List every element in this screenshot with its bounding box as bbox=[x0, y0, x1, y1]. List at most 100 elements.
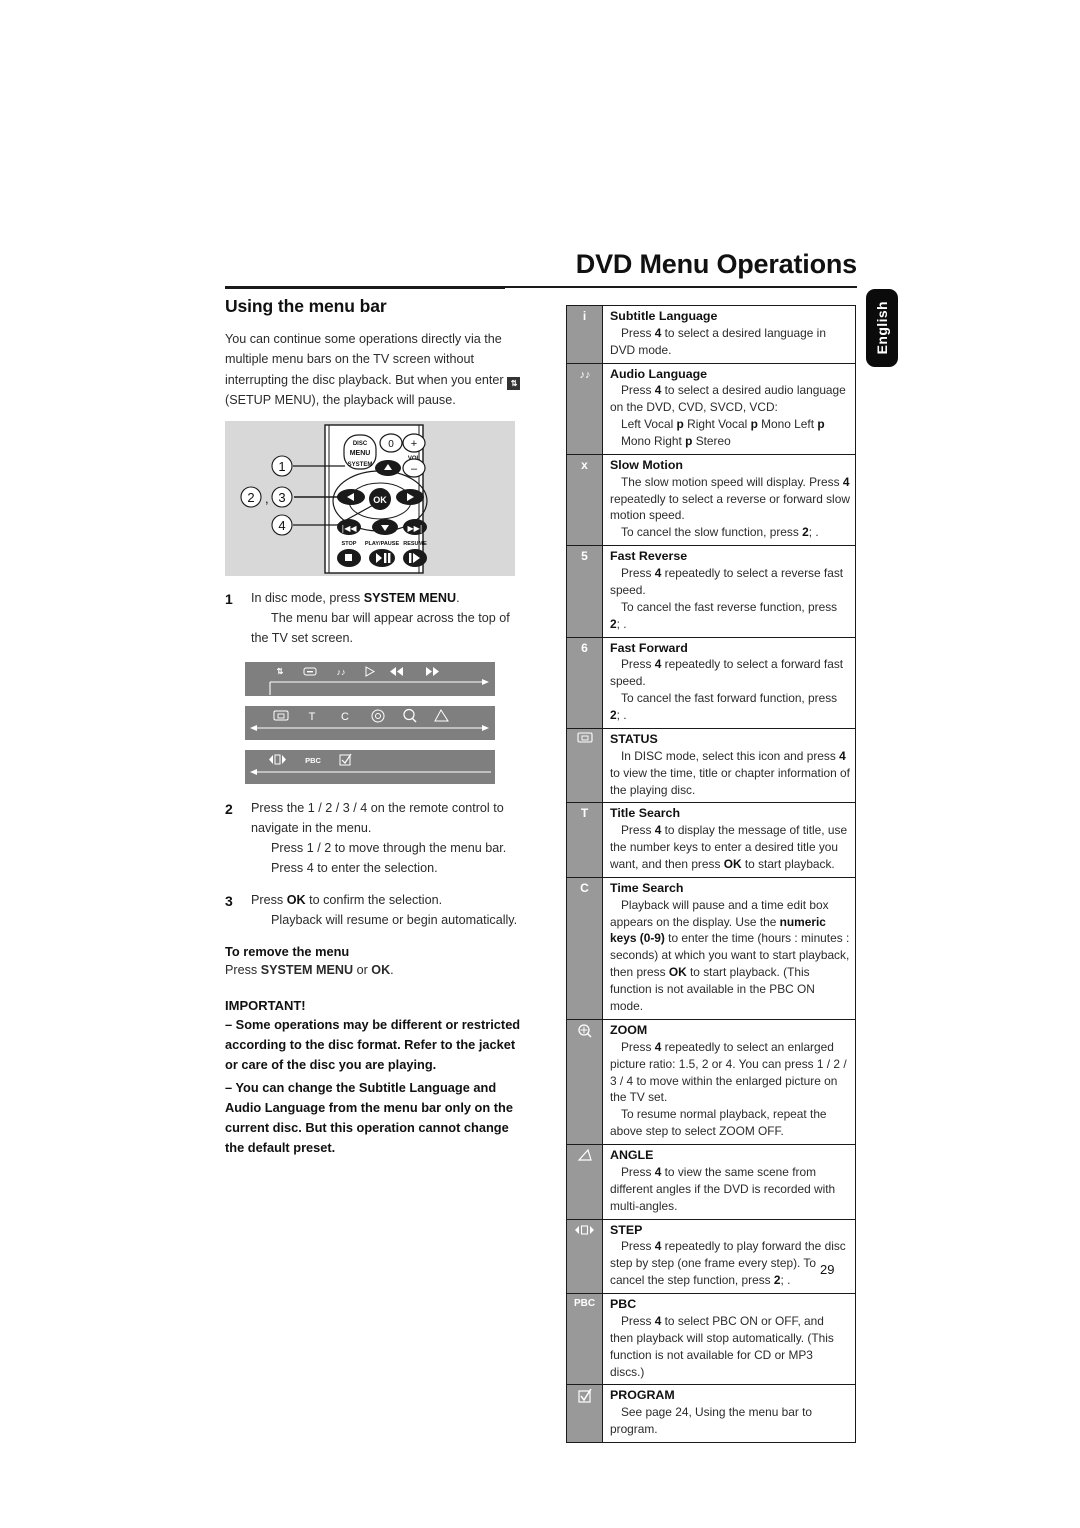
row-description: To cancel the fast reverse function, pre… bbox=[610, 599, 838, 631]
row-description: Press 4 repeatedly to select a reverse f… bbox=[610, 566, 844, 597]
row-icon-step-icon bbox=[567, 1219, 603, 1294]
step-2-line2: Press 1 / 2 to move through the menu bar… bbox=[271, 841, 507, 856]
remove-menu-post: . bbox=[390, 962, 394, 977]
row-icon-title-search-icon: T bbox=[567, 803, 603, 877]
row-body: Audio Language Press 4 to select a desire… bbox=[603, 364, 855, 454]
step-3-line1-bold: OK bbox=[286, 892, 306, 907]
svg-text:–: – bbox=[411, 463, 418, 475]
step-3-line1-post: to confirm the selection. bbox=[305, 892, 443, 907]
important-bullet-1: – Some operations may be different or re… bbox=[225, 1016, 521, 1073]
row-title: Fast Forward bbox=[610, 640, 688, 655]
step-2-number: 2 bbox=[225, 800, 233, 817]
row-description: To resume normal playback, repeat the ab… bbox=[610, 1107, 827, 1139]
step-3-number: 3 bbox=[225, 892, 233, 909]
row-body: Slow Motion The slow motion speed will di… bbox=[603, 455, 855, 545]
row-description: To cancel the fast forward function, pre… bbox=[610, 691, 838, 723]
svg-text:♪♪: ♪♪ bbox=[337, 667, 346, 677]
step-1-line1-post: . bbox=[456, 590, 460, 605]
row-description: Playback will pause and a time edit box … bbox=[610, 897, 850, 1014]
intro-text-part1: You can continue some operations directl… bbox=[225, 332, 504, 387]
svg-text:⇅: ⇅ bbox=[277, 667, 284, 676]
section-divider bbox=[225, 288, 505, 289]
row-body: Subtitle Language Press 4 to select a des… bbox=[603, 306, 855, 363]
row-icon-fast-reverse-icon: 5 bbox=[567, 546, 603, 637]
language-tab-label: English bbox=[874, 301, 890, 355]
row-body: STEP Press 4 repeatedly to play forward t… bbox=[603, 1220, 855, 1293]
row-title: ZOOM bbox=[610, 1022, 648, 1037]
row-body: Title Search Press 4 to display the messa… bbox=[603, 803, 855, 876]
table-row: 5 Fast Reverse Press 4 repeatedly to selec… bbox=[567, 546, 855, 638]
row-icon-program-icon bbox=[567, 1385, 603, 1442]
remove-menu-pre: Press bbox=[225, 962, 261, 977]
menu-bar-functions-table: i Subtitle Language Press 4 to select a de… bbox=[566, 305, 856, 1443]
svg-text:▶▶|: ▶▶| bbox=[408, 524, 423, 533]
row-description: Press 4 repeatedly to select a forward f… bbox=[610, 657, 844, 689]
row-body: PBC Press 4 to select PBC ON or OFF, and … bbox=[603, 1294, 855, 1384]
row-title: STEP bbox=[610, 1222, 643, 1237]
svg-text:♪♪: ♪♪ bbox=[579, 369, 590, 381]
row-icon-subtitle-language-icon: i bbox=[567, 306, 603, 363]
row-description: Press 4 to select PBC ON or OFF, and the… bbox=[610, 1313, 834, 1379]
row-description: Press 4 to display the message of title,… bbox=[610, 823, 848, 871]
row-description: Press 4 repeatedly to play forward the d… bbox=[610, 1239, 846, 1288]
row-description: Press 4 repeatedly to select an enlarged… bbox=[610, 1039, 847, 1105]
document-page: DVD Menu Operations English Using the me… bbox=[0, 0, 1080, 1528]
important-heading: IMPORTANT! bbox=[225, 997, 306, 1013]
row-description: Press 4 to select a desired audio langua… bbox=[610, 383, 846, 415]
row-description: See page 24, Using the menu bar to progr… bbox=[610, 1405, 813, 1437]
row-title: ANGLE bbox=[610, 1148, 654, 1163]
svg-text:STOP: STOP bbox=[342, 541, 357, 547]
svg-text:T: T bbox=[309, 711, 316, 723]
table-row: PROGRAM See page 24, Using the menu bar t… bbox=[567, 1385, 855, 1442]
svg-text:PLAY/PAUSE: PLAY/PAUSE bbox=[365, 541, 400, 547]
row-icon-time-search-icon: C bbox=[567, 877, 603, 1019]
table-row: 6 Fast Forward Press 4 repeatedly to selec… bbox=[567, 637, 855, 729]
row-title: Time Search bbox=[610, 880, 684, 895]
table-row: ♪♪ Audio Language Press 4 to select a desi… bbox=[567, 363, 855, 455]
remove-menu-instruction: Press SYSTEM MENU or OK. bbox=[225, 960, 530, 980]
svg-text:DISC: DISC bbox=[353, 441, 368, 447]
step-2: 2 Press the 1 / 2 / 3 / 4 on the remote … bbox=[225, 798, 530, 879]
step-1-number: 1 bbox=[225, 590, 233, 607]
intro-paragraph: You can continue some operations directl… bbox=[225, 329, 530, 411]
row-body: Fast Reverse Press 4 repeatedly to select… bbox=[603, 546, 855, 636]
remove-menu-bold1: SYSTEM MENU bbox=[260, 962, 354, 977]
table-row: STATUS In DISC mode, select this icon and… bbox=[567, 728, 855, 804]
row-body: ANGLE Press 4 to view the same scene from… bbox=[603, 1145, 855, 1218]
row-title: Subtitle Language bbox=[610, 309, 718, 323]
menu-bar-row-3: PBC bbox=[245, 749, 495, 784]
row-icon-audio-language-icon: ♪♪ bbox=[567, 363, 603, 454]
step-1-line1-pre: In disc mode, press bbox=[251, 590, 364, 605]
table-row: T Title Search Press 4 to display the mess… bbox=[567, 803, 855, 878]
row-description: The slow motion speed will display. Pres… bbox=[610, 474, 850, 523]
row-description: Press 4 to select a desired language in … bbox=[610, 325, 826, 357]
row-title: PBC bbox=[610, 1297, 637, 1312]
svg-text:MENU: MENU bbox=[350, 450, 371, 457]
page-header: DVD Menu Operations bbox=[225, 249, 857, 288]
table-row: STEP Press 4 repeatedly to play forward t… bbox=[567, 1219, 855, 1295]
svg-text:2: 2 bbox=[247, 490, 254, 505]
svg-text:OK: OK bbox=[373, 495, 387, 505]
svg-text:3: 3 bbox=[278, 490, 285, 505]
row-title: Slow Motion bbox=[610, 457, 683, 472]
step-1-line1-bold: SYSTEM MENU bbox=[363, 590, 457, 605]
row-icon-pbc-icon: PBC bbox=[567, 1294, 603, 1385]
step-3-line2: Playback will resume or begin automatica… bbox=[271, 912, 518, 927]
row-description: Mono Right p Stereo bbox=[621, 434, 731, 448]
remove-menu-mid: or bbox=[353, 962, 372, 977]
svg-text:+: + bbox=[411, 438, 417, 450]
table-row: x Slow Motion The slow motion speed will d… bbox=[567, 454, 855, 547]
section-title: Using the menu bar bbox=[225, 296, 387, 316]
table-row: C Time Search Playback will pause and a ti… bbox=[567, 877, 855, 1020]
row-description: Left Vocal p Right Vocal p Mono Left p bbox=[621, 417, 825, 432]
row-description: Press 4 to view the same scene from diff… bbox=[610, 1164, 836, 1213]
svg-text:RESUME: RESUME bbox=[403, 541, 427, 547]
row-title: STATUS bbox=[610, 731, 658, 746]
left-column: Using the menu bar You can continue some… bbox=[225, 288, 530, 1161]
remote-control-illustration: 1 2 , 3 4 DISC MENU SYSTEM 0 + – OK |◀◀ … bbox=[225, 420, 515, 576]
row-description: To cancel the slow function, press 2; . bbox=[621, 525, 819, 540]
row-title: PROGRAM bbox=[610, 1388, 675, 1403]
setup-menu-icon: ⇅ bbox=[507, 376, 521, 390]
table-row: PBC PBC Press 4 to select PBC ON or OFF, a… bbox=[567, 1294, 855, 1386]
page-number: 29 bbox=[820, 1262, 835, 1277]
